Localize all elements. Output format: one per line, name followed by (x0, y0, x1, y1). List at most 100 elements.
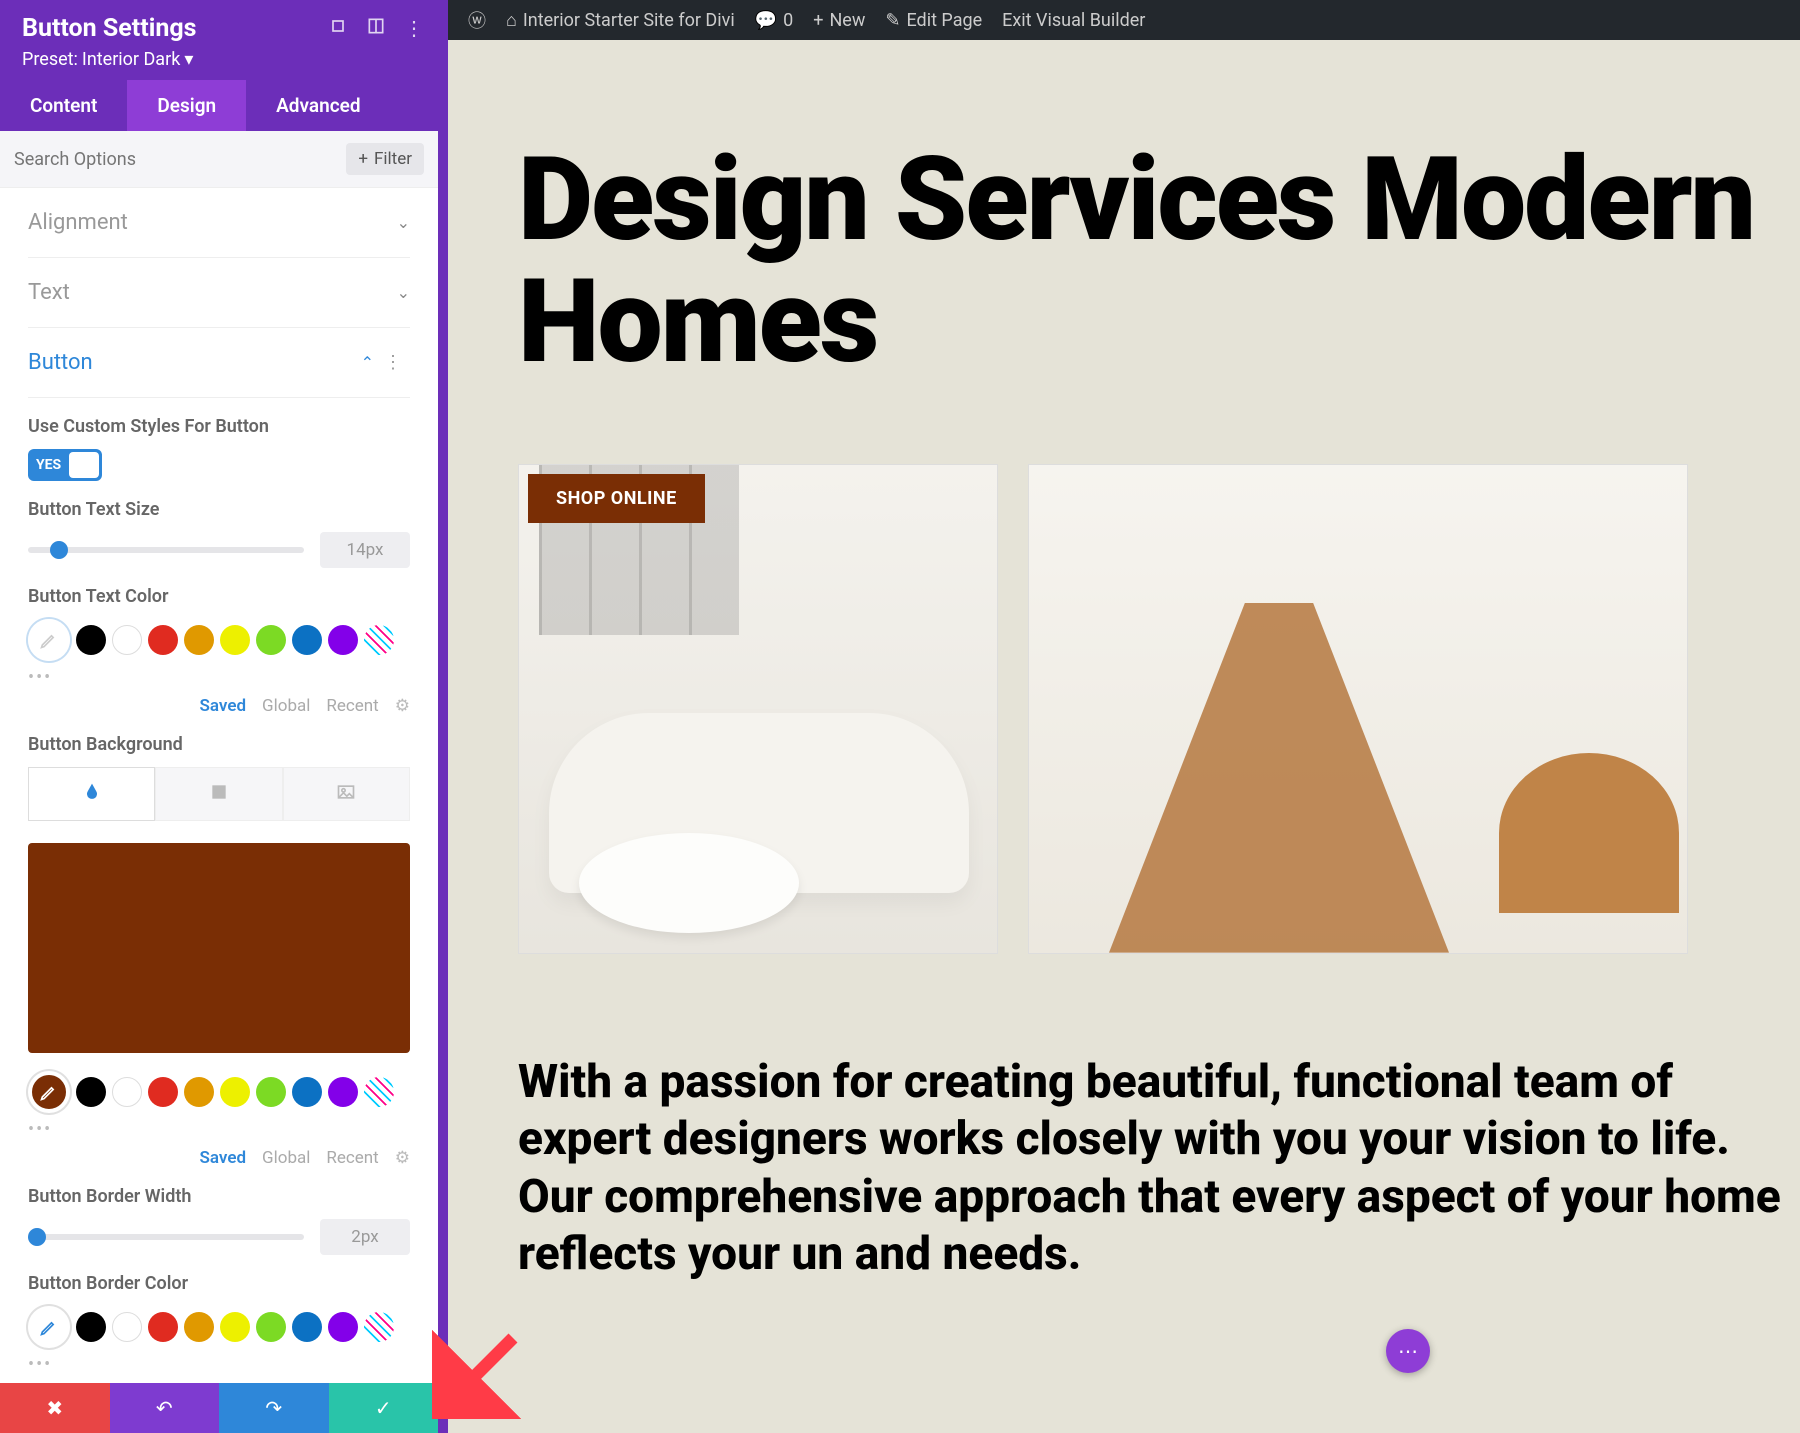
swatch-black[interactable] (76, 1077, 106, 1107)
background-color-preview[interactable] (28, 843, 410, 1053)
comment-count: 0 (783, 10, 793, 31)
color-picker-trigger[interactable] (28, 1306, 70, 1348)
swatch-blue[interactable] (292, 1077, 322, 1107)
swatch-green[interactable] (256, 625, 286, 655)
gallery-item-2 (1028, 464, 1688, 954)
tab-saved[interactable]: Saved (200, 1148, 247, 1168)
swatch-purple[interactable] (328, 1312, 358, 1342)
search-input[interactable] (14, 149, 346, 170)
more-icon[interactable]: ⋮ (384, 352, 402, 373)
slider-thumb[interactable] (28, 1228, 46, 1246)
swatch-purple[interactable] (328, 625, 358, 655)
tab-global[interactable]: Global (262, 696, 310, 716)
gear-icon[interactable]: ⚙ (395, 1148, 410, 1168)
lead-paragraph: With a passion for creating beautiful, f… (518, 1054, 1800, 1284)
accordion-text[interactable]: Text ⌄ (28, 258, 410, 328)
site-home[interactable]: ⌂ Interior Starter Site for Divi (496, 10, 745, 31)
exit-visual-builder[interactable]: Exit Visual Builder (992, 10, 1155, 31)
swatch-white[interactable] (112, 625, 142, 655)
undo-button[interactable]: ↶ (110, 1383, 220, 1433)
swatch-white[interactable] (112, 1312, 142, 1342)
bg-tab-color[interactable] (28, 767, 155, 821)
swatch-orange[interactable] (184, 1312, 214, 1342)
plus-icon: + (813, 10, 823, 31)
swatch-yellow[interactable] (220, 625, 250, 655)
panel-footer: ✖ ↶ ↷ ✓ (0, 1383, 438, 1433)
slider-thumb[interactable] (50, 541, 68, 559)
tab-advanced[interactable]: Advanced (246, 80, 390, 131)
preset-selector[interactable]: Preset: Interior Dark ▾ (22, 49, 416, 70)
image-gallery: SHOP ONLINE (518, 464, 1800, 954)
swatch-blue[interactable] (292, 1312, 322, 1342)
tab-recent[interactable]: Recent (326, 696, 378, 716)
close-icon: ✖ (46, 1396, 63, 1420)
swatch-black[interactable] (76, 625, 106, 655)
builder-edge (438, 0, 448, 1433)
redo-button[interactable]: ↷ (219, 1383, 329, 1433)
field-label-border-width: Button Border Width (28, 1186, 410, 1207)
expand-icon[interactable] (328, 16, 348, 36)
snap-icon[interactable] (366, 16, 386, 36)
swatch-yellow[interactable] (220, 1077, 250, 1107)
more-swatches[interactable]: ••• (28, 667, 410, 688)
color-picker-trigger[interactable] (28, 1071, 70, 1113)
gallery-item-1: SHOP ONLINE (518, 464, 998, 954)
edit-page-label: Edit Page (906, 10, 982, 31)
save-button[interactable]: ✓ (329, 1383, 439, 1433)
bg-tab-image[interactable] (283, 767, 410, 821)
gear-icon[interactable]: ⚙ (395, 696, 410, 716)
accordion-button[interactable]: Button ⌃ ⋮ (28, 328, 410, 398)
swatch-blue[interactable] (292, 625, 322, 655)
tab-recent[interactable]: Recent (326, 1148, 378, 1168)
toggle-yes-label: YES (28, 457, 61, 473)
tab-content[interactable]: Content (0, 80, 127, 131)
color-tabs-row: Saved Global Recent ⚙ (28, 1148, 410, 1168)
shop-button-label: SHOP ONLINE (556, 488, 677, 509)
swatch-transparent[interactable] (364, 1077, 394, 1107)
panel-body: Alignment ⌄ Text ⌄ Button ⌃ ⋮ Use Custom… (0, 188, 438, 1383)
chevron-down-icon: ⌄ (397, 213, 410, 232)
builder-fab[interactable]: ⋯ (1386, 1329, 1430, 1373)
comments[interactable]: 💬 0 (745, 10, 804, 31)
color-picker-trigger[interactable] (28, 619, 70, 661)
field-label-border-color: Button Border Color (28, 1273, 410, 1294)
tab-global[interactable]: Global (262, 1148, 310, 1168)
swatch-orange[interactable] (184, 625, 214, 655)
cancel-button[interactable]: ✖ (0, 1383, 110, 1433)
swatch-transparent[interactable] (364, 625, 394, 655)
swatch-yellow[interactable] (220, 1312, 250, 1342)
swatch-white[interactable] (112, 1077, 142, 1107)
text-size-slider[interactable] (28, 547, 304, 553)
more-swatches[interactable]: ••• (28, 1119, 410, 1140)
swatch-red[interactable] (148, 1312, 178, 1342)
swatch-green[interactable] (256, 1312, 286, 1342)
shop-online-button[interactable]: SHOP ONLINE (528, 474, 705, 523)
custom-styles-toggle[interactable]: YES (28, 449, 102, 481)
accordion-title: Alignment (28, 210, 128, 235)
field-label-text-color: Button Text Color (28, 586, 410, 607)
wp-logo[interactable]: ⓦ (458, 7, 496, 33)
chevron-down-icon: ▾ (184, 49, 193, 70)
swatch-red[interactable] (148, 625, 178, 655)
color-tabs-row: Saved Global Recent ⚙ (28, 696, 410, 716)
text-size-value[interactable]: 14px (320, 532, 410, 568)
new-content[interactable]: + New (803, 10, 875, 31)
more-icon[interactable]: ⋮ (404, 16, 424, 36)
more-swatches[interactable]: ••• (28, 1354, 410, 1375)
dots-icon: ⋯ (1398, 1339, 1418, 1363)
filter-button[interactable]: + Filter (346, 143, 424, 175)
accordion-alignment[interactable]: Alignment ⌄ (28, 188, 410, 258)
tab-design[interactable]: Design (127, 80, 246, 131)
tab-saved[interactable]: Saved (200, 696, 247, 716)
swatch-orange[interactable] (184, 1077, 214, 1107)
edit-page[interactable]: ✎ Edit Page (875, 10, 992, 31)
bg-tab-gradient[interactable] (155, 767, 282, 821)
swatch-green[interactable] (256, 1077, 286, 1107)
border-width-slider[interactable] (28, 1234, 304, 1240)
border-width-value[interactable]: 2px (320, 1219, 410, 1255)
swatch-purple[interactable] (328, 1077, 358, 1107)
swatch-black[interactable] (76, 1312, 106, 1342)
swatch-transparent[interactable] (364, 1312, 394, 1342)
page-preview: Design Services Modern Homes SHOP ONLINE… (448, 40, 1800, 1433)
swatch-red[interactable] (148, 1077, 178, 1107)
